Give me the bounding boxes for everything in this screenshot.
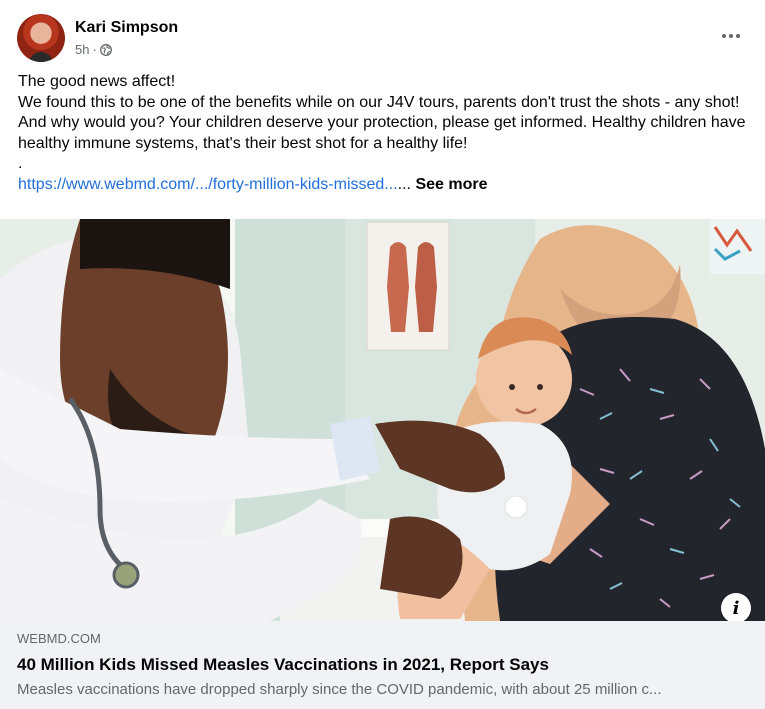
photo-illustration [0,219,765,621]
post-meta: 5h · [75,41,178,59]
more-options-icon-dot [736,34,740,38]
meta-separator: · [92,41,97,57]
post-line-3: . [18,155,23,172]
link-preview[interactable]: WEBMD.COM 40 Million Kids Missed Measles… [0,621,765,709]
post-image[interactable]: i [0,219,765,621]
preview-title[interactable]: 40 Million Kids Missed Measles Vaccinati… [17,654,748,676]
post-time[interactable]: 5h [75,41,89,59]
more-options-icon-dot [729,34,733,38]
globe-icon [99,43,112,56]
see-more-button[interactable]: See more [415,176,487,193]
author-name[interactable]: Kari Simpson [75,18,178,38]
post-text: The good news affect! We found this to b… [18,72,758,195]
more-options-button[interactable] [719,26,743,46]
author-block: Kari Simpson 5h · [75,18,178,59]
post-link-line: https://www.webmd.com/.../forty-million-… [18,175,758,196]
post-card: Kari Simpson 5h · The good news affect! … [0,0,765,709]
author-avatar[interactable] [17,14,65,62]
post-line-2: We found this to be one of the benefits … [18,93,746,152]
link-ellipsis: ... [397,175,411,193]
post-line-1: The good news affect! [18,73,176,90]
info-button[interactable]: i [721,593,751,621]
more-options-icon [722,34,726,38]
article-link[interactable]: https://www.webmd.com/.../forty-million-… [18,176,398,193]
post-header: Kari Simpson 5h · [17,13,178,63]
preview-domain: WEBMD.COM [17,631,101,646]
preview-description: Measles vaccinations have dropped sharpl… [17,681,662,698]
